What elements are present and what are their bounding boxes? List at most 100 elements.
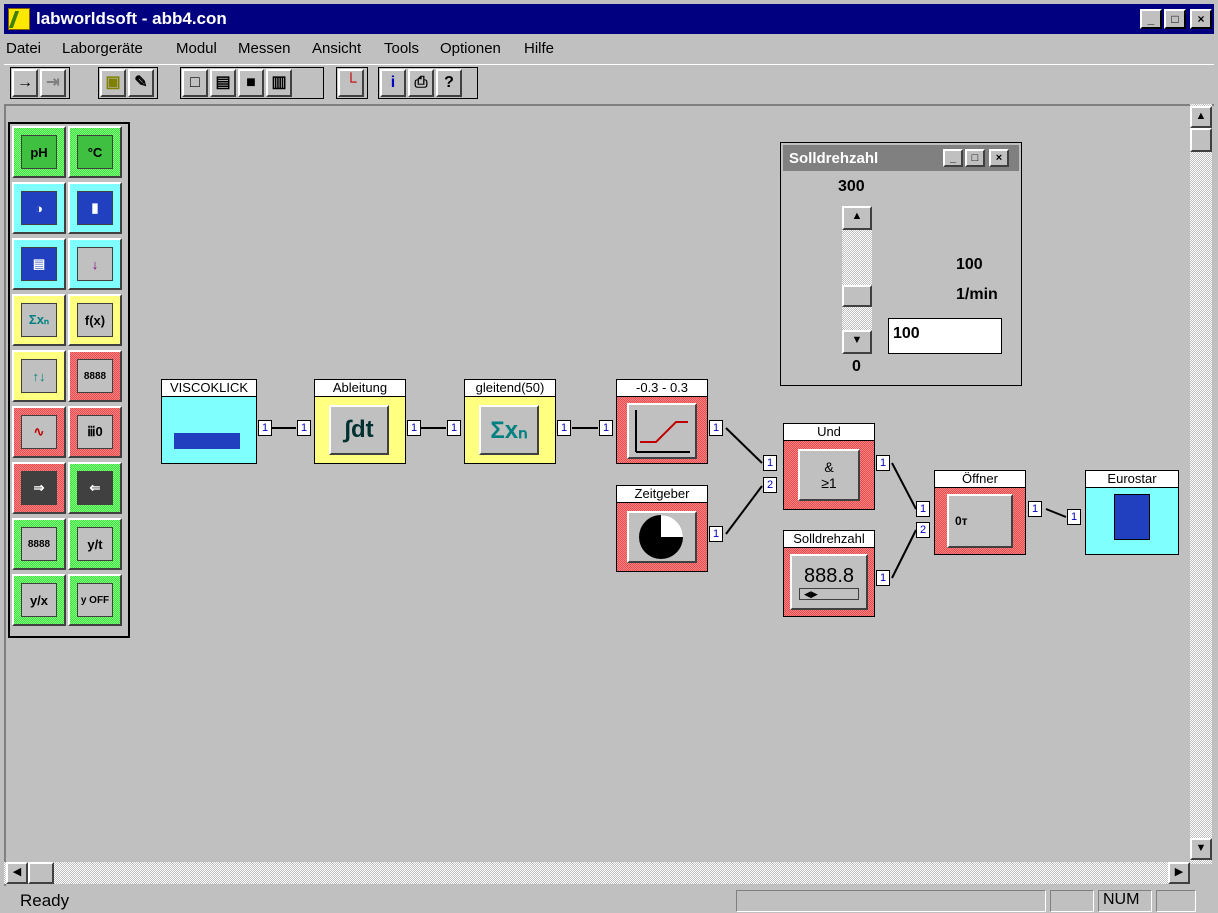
app-icon[interactable]	[8, 8, 30, 30]
speed-value: 100	[956, 256, 983, 273]
block-oeffner[interactable]: 0т	[934, 487, 1026, 555]
port-und-out[interactable]: 1	[876, 455, 890, 471]
port-solldrehzahl-out[interactable]: 1	[876, 570, 890, 586]
port-und-in-1[interactable]: 1	[763, 455, 777, 471]
block-solldrehzahl-label: Solldrehzahl	[783, 530, 875, 548]
port-gleitend-out[interactable]: 1	[557, 420, 571, 436]
menu-messen[interactable]: Messen	[238, 40, 291, 57]
palette-pump[interactable]: ◑	[12, 182, 66, 234]
port-oeffner-in-2[interactable]: 2	[916, 522, 930, 538]
app-window: labworldsoft - abb4.con _ □ × Datei Labo…	[0, 0, 1218, 913]
palette-dispenser[interactable]: ▤	[12, 238, 66, 290]
menu-hilfe[interactable]: Hilfe	[524, 40, 554, 57]
limiter-icon	[627, 403, 697, 459]
info-button[interactable]: i	[380, 69, 406, 97]
block-viscoklick[interactable]	[161, 396, 257, 464]
menu-modul[interactable]: Modul	[176, 40, 217, 57]
find-button[interactable]: ▥	[266, 69, 292, 97]
solldrehzahl-window-titlebar[interactable]: Solldrehzahl _ □ ×	[783, 145, 1019, 171]
scroll-down-button[interactable]: ▼	[1190, 838, 1212, 860]
block-ableitung[interactable]: ∫dt	[314, 396, 406, 464]
block-range[interactable]	[616, 396, 708, 464]
status-panel-main	[736, 890, 1046, 912]
palette-stirrer[interactable]: ▮	[68, 182, 122, 234]
save-file-button[interactable]: ■	[238, 69, 264, 97]
chart-button[interactable]: └	[338, 69, 364, 97]
scroll-up-button[interactable]: ▲	[1190, 106, 1212, 128]
horizontal-scrollbar[interactable]	[4, 862, 1190, 884]
port-oeffner-out[interactable]: 1	[1028, 501, 1042, 517]
port-und-in-2[interactable]: 2	[763, 477, 777, 493]
port-range-out[interactable]: 1	[709, 420, 723, 436]
port-gleitend-in[interactable]: 1	[447, 420, 461, 436]
module-palette: pH °C ◑ ▮ ▤ ↓ Σxₙ f(x) ↑↓ 8888 ∿ ⅲ0 ⇒ ⇐ …	[8, 122, 130, 638]
status-panel-scroll	[1156, 890, 1196, 912]
module-button[interactable]: ▣	[100, 69, 126, 97]
menu-datei[interactable]: Datei	[6, 40, 41, 57]
help-button[interactable]: ?	[436, 69, 462, 97]
vertical-scroll-thumb[interactable]	[1190, 128, 1212, 152]
menu-optionen[interactable]: Optionen	[440, 40, 501, 57]
palette-thermometer[interactable]: °C	[68, 126, 122, 178]
speed-input[interactable]: 100	[888, 318, 1002, 354]
menu-laborgeraete[interactable]: Laborgeräte	[62, 40, 143, 57]
port-viscoklick-out[interactable]: 1	[258, 420, 272, 436]
port-ableitung-out[interactable]: 1	[407, 420, 421, 436]
palette-reset[interactable]: ⅲ0	[68, 406, 122, 458]
block-eurostar[interactable]	[1085, 487, 1179, 555]
solldrehzahl-close-button[interactable]: ×	[989, 149, 1009, 167]
palette-signal[interactable]: ↑↓	[12, 350, 66, 402]
open-file-button[interactable]: ▤	[210, 69, 236, 97]
slider-down-button[interactable]: ▼	[842, 330, 872, 354]
scroll-left-button[interactable]: ◀	[6, 862, 28, 884]
close-button[interactable]: ×	[1190, 9, 1212, 29]
viscometer-icon	[174, 433, 240, 449]
palette-function[interactable]: f(x)	[68, 294, 122, 346]
port-oeffner-in-1[interactable]: 1	[916, 501, 930, 517]
menu-tools[interactable]: Tools	[384, 40, 419, 57]
slider-up-button[interactable]: ▲	[842, 206, 872, 230]
palette-balance[interactable]: ↓	[68, 238, 122, 290]
title-bar: labworldsoft - abb4.con _ □ ×	[4, 4, 1214, 34]
probe-button[interactable]: ✎	[128, 69, 154, 97]
palette-input[interactable]: ⇐	[68, 462, 122, 514]
integral-icon: ∫dt	[329, 405, 389, 455]
palette-output[interactable]: ⇒	[12, 462, 66, 514]
workspace-canvas[interactable]	[4, 104, 1214, 886]
block-zeitgeber[interactable]	[616, 502, 708, 572]
palette-yt-chart[interactable]: y/t	[68, 518, 122, 570]
palette-ph-meter[interactable]: pH	[12, 126, 66, 178]
palette-digital-display[interactable]: 8888	[12, 518, 66, 570]
port-range-in[interactable]: 1	[599, 420, 613, 436]
speed-slider-track[interactable]	[842, 230, 872, 334]
scroll-right-button[interactable]: ▶	[1168, 862, 1190, 884]
step-button[interactable]: ⇥	[40, 69, 66, 97]
solldrehzahl-display: 888.8	[803, 564, 855, 587]
block-und[interactable]: & ≥1	[783, 440, 875, 510]
port-ableitung-in[interactable]: 1	[297, 420, 311, 436]
port-zeitgeber-out[interactable]: 1	[709, 526, 723, 542]
solldrehzahl-maximize-button[interactable]: □	[965, 149, 985, 167]
minimize-button[interactable]: _	[1140, 9, 1162, 29]
palette-yx-chart[interactable]: y/x	[12, 574, 66, 626]
block-gleitend[interactable]: Σxₙ	[464, 396, 556, 464]
solldrehzahl-minimize-button[interactable]: _	[943, 149, 963, 167]
palette-sum[interactable]: Σxₙ	[12, 294, 66, 346]
horizontal-scroll-thumb[interactable]	[28, 862, 54, 884]
run-button[interactable]: →	[12, 69, 38, 97]
block-oeffner-label: Öffner	[934, 470, 1026, 488]
speed-slider-thumb[interactable]	[842, 284, 872, 307]
palette-yt-off-chart[interactable]: y OFF	[68, 574, 122, 626]
menu-ansicht[interactable]: Ansicht	[312, 40, 361, 57]
maximize-button[interactable]: □	[1164, 9, 1186, 29]
vertical-scrollbar[interactable]	[1190, 104, 1212, 864]
status-panel-caps	[1050, 890, 1094, 912]
timer-icon	[627, 511, 697, 563]
block-range-label: -0.3 - 0.3	[616, 379, 708, 397]
print-button[interactable]: ⎙	[408, 69, 434, 97]
palette-curve[interactable]: ∿	[12, 406, 66, 458]
new-file-button[interactable]: □	[182, 69, 208, 97]
block-solldrehzahl[interactable]: 888.8 ◀▶	[783, 547, 875, 617]
palette-display[interactable]: 8888	[68, 350, 122, 402]
port-eurostar-in[interactable]: 1	[1067, 509, 1081, 525]
